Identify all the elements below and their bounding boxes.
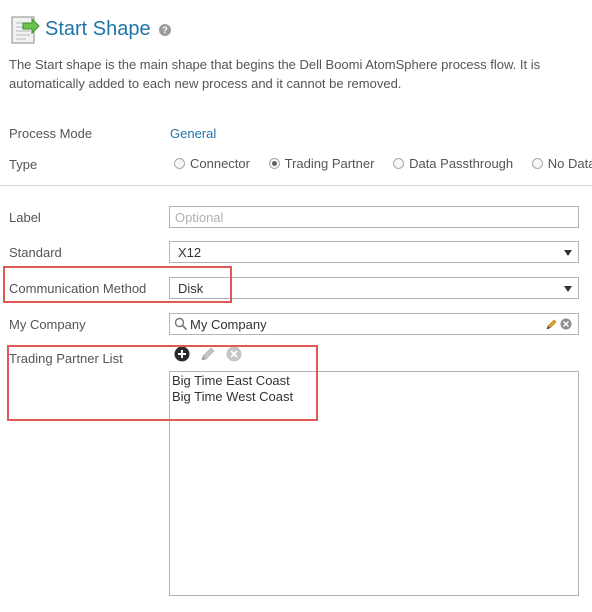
my-company-value: My Company <box>190 317 267 332</box>
start-shape-icon <box>10 13 40 47</box>
type-option-label: Connector <box>190 156 250 171</box>
radio-icon[interactable] <box>531 158 543 169</box>
trading-partner-list-highlight <box>7 345 318 421</box>
communication-method-highlight <box>3 266 232 303</box>
type-radio-group: Connector Trading Partner Data Passthrou… <box>174 156 592 174</box>
standard-select[interactable]: X12 <box>169 241 579 263</box>
radio-icon[interactable] <box>393 158 405 169</box>
standard-label: Standard <box>9 245 62 260</box>
type-label: Type <box>9 157 38 172</box>
chevron-down-icon[interactable] <box>564 286 572 292</box>
radio-checked-icon[interactable] <box>268 158 280 169</box>
section-divider <box>0 185 592 186</box>
label-input[interactable]: Optional <box>169 206 579 228</box>
type-option-no-data[interactable]: No Data <box>531 156 592 171</box>
page-title: Start Shape <box>45 18 151 40</box>
search-icon <box>174 317 188 334</box>
my-company-label: My Company <box>9 317 86 332</box>
type-option-data-passthrough[interactable]: Data Passthrough <box>393 156 513 171</box>
page-description: The Start shape is the main shape that b… <box>9 57 541 91</box>
type-option-label: Data Passthrough <box>409 156 514 171</box>
radio-icon[interactable] <box>174 158 185 169</box>
process-mode-label: Process Mode <box>9 126 93 141</box>
type-option-connector[interactable]: Connector <box>174 156 250 171</box>
type-option-label: No Data <box>547 156 592 171</box>
label-input-placeholder: Optional <box>175 210 224 225</box>
clear-icon[interactable] <box>560 318 572 333</box>
standard-select-value: X12 <box>178 245 202 260</box>
process-mode-value[interactable]: General <box>170 126 216 141</box>
pencil-icon[interactable] <box>546 318 558 333</box>
label-field-label: Label <box>9 210 41 225</box>
my-company-picker[interactable]: My Company <box>169 313 579 335</box>
chevron-down-icon[interactable] <box>564 250 572 256</box>
help-icon[interactable]: ? <box>159 24 171 36</box>
type-option-trading-partner[interactable]: Trading Partner <box>268 156 375 171</box>
type-option-label: Trading Partner <box>284 156 375 171</box>
